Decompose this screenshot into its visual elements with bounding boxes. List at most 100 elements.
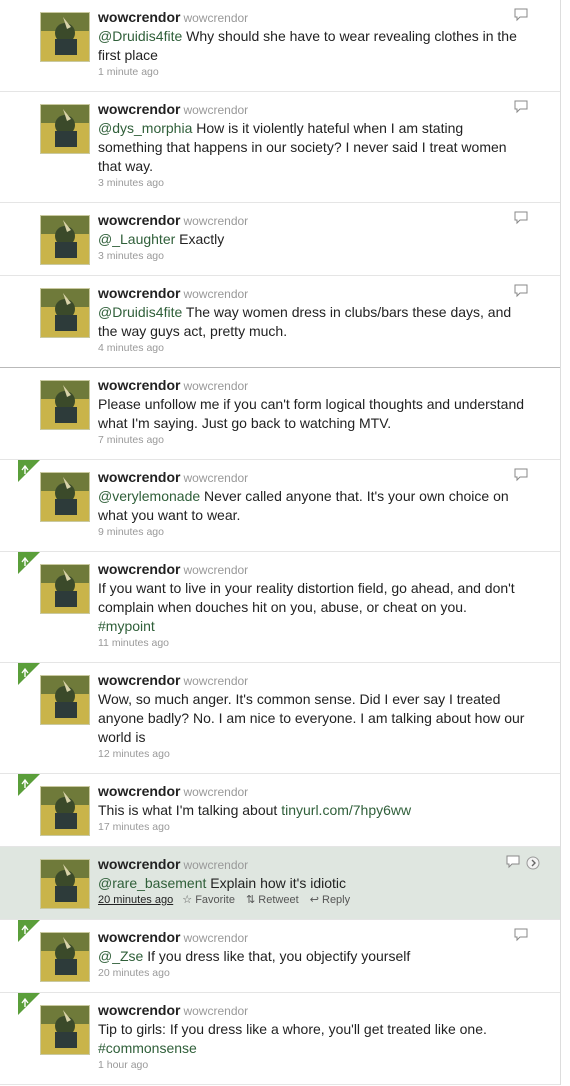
username[interactable]: wowcrendor [98, 1002, 180, 1018]
tweet-text: @Druidis4fite Why should she have to wea… [98, 28, 517, 63]
tweet-text: Wow, so much anger. It's common sense. D… [98, 691, 525, 745]
timestamp[interactable]: 3 minutes ago [98, 177, 526, 189]
screen-name[interactable]: wowcrendor [183, 931, 248, 945]
tweet[interactable]: wowcrendor wowcrendor @Druidis4fite Why s… [0, 0, 560, 92]
avatar[interactable] [40, 859, 90, 909]
username[interactable]: wowcrendor [98, 285, 180, 301]
hashtag-link[interactable]: #mypoint [98, 618, 155, 634]
avatar[interactable] [40, 786, 90, 836]
screen-name[interactable]: wowcrendor [183, 858, 248, 872]
screen-name[interactable]: wowcrendor [183, 471, 248, 485]
tweet[interactable]: wowcrendor wowcrendor @Druidis4fite The w… [0, 276, 560, 368]
username[interactable]: wowcrendor [98, 212, 180, 228]
tweet-text: @_Laughter Exactly [98, 231, 225, 247]
timestamp[interactable]: 20 minutes ago [98, 894, 173, 906]
timestamp[interactable]: 11 minutes ago [98, 637, 526, 649]
screen-name[interactable]: wowcrendor [183, 103, 248, 117]
timestamp[interactable]: 3 minutes ago [98, 250, 526, 262]
screen-name[interactable]: wowcrendor [183, 11, 248, 25]
mention-link[interactable]: @verylemonade [98, 488, 200, 504]
screen-name[interactable]: wowcrendor [183, 563, 248, 577]
avatar[interactable] [40, 1005, 90, 1055]
tweet[interactable]: wowcrendor wowcrendor Tip to girls: If yo… [0, 993, 560, 1085]
username[interactable]: wowcrendor [98, 783, 180, 799]
timestamp[interactable]: 1 minute ago [98, 66, 526, 78]
mention-link[interactable]: @Druidis4fite [98, 28, 182, 44]
avatar[interactable] [40, 288, 90, 338]
favorite-action[interactable]: ☆ Favorite [182, 894, 235, 906]
mention-link[interactable]: @_Laughter [98, 231, 175, 247]
screen-name[interactable]: wowcrendor [183, 287, 248, 301]
mention-link[interactable]: @rare_basement [98, 875, 206, 891]
screen-name[interactable]: wowcrendor [183, 379, 248, 393]
mention-link[interactable]: @_Zse [98, 948, 143, 964]
tweet-text: @verylemonade Never called anyone that. … [98, 488, 509, 523]
timestamp[interactable]: 9 minutes ago [98, 526, 526, 538]
avatar[interactable] [40, 215, 90, 265]
reply-bubble-icon[interactable] [514, 468, 528, 482]
expand-arrow-icon[interactable] [526, 856, 540, 870]
timestamp[interactable]: 4 minutes ago [98, 342, 526, 354]
username[interactable]: wowcrendor [98, 672, 180, 688]
tweet[interactable]: wowcrendor wowcrendor If you want to live… [0, 552, 560, 663]
mention-link[interactable]: @Druidis4fite [98, 304, 182, 320]
username[interactable]: wowcrendor [98, 561, 180, 577]
reply-bubble-icon[interactable] [514, 928, 528, 942]
username[interactable]: wowcrendor [98, 9, 180, 25]
timeline: wowcrendor wowcrendor @Druidis4fite Why s… [0, 0, 561, 1085]
retweet-corner-icon [18, 460, 40, 482]
tweet-text: @dys_morphia How is it violently hateful… [98, 120, 507, 174]
reply-action[interactable]: ↩ Reply [310, 894, 350, 906]
retweet-action[interactable]: ⇅ Retweet [246, 894, 299, 906]
screen-name[interactable]: wowcrendor [183, 785, 248, 799]
tweet[interactable]: wowcrendor wowcrendor @dys_morphia How is… [0, 92, 560, 203]
screen-name[interactable]: wowcrendor [183, 214, 248, 228]
retweet-corner-icon [18, 774, 40, 796]
avatar[interactable] [40, 564, 90, 614]
tweet-text: @_Zse If you dress like that, you object… [98, 948, 411, 964]
tweet[interactable]: wowcrendor wowcrendor This is what I'm ta… [0, 774, 560, 847]
timestamp[interactable]: 17 minutes ago [98, 821, 526, 833]
tweet-text: Please unfollow me if you can't form log… [98, 396, 525, 431]
retweet-corner-icon [18, 920, 40, 942]
tweet[interactable]: wowcrendor wowcrendor @verylemonade Never… [0, 460, 560, 552]
tweet-text: This is what I'm talking about tinyurl.c… [98, 802, 412, 818]
timestamp[interactable]: 12 minutes ago [98, 748, 526, 760]
timestamp[interactable]: 20 minutes ago [98, 967, 526, 979]
avatar[interactable] [40, 472, 90, 522]
tweet-text: @Druidis4fite The way women dress in clu… [98, 304, 512, 339]
tweet-text: Tip to girls: If you dress like a whore,… [98, 1021, 487, 1056]
tweet-actions: 20 minutes ago ☆ Favorite ⇅ Retweet ↩ Re… [98, 893, 526, 906]
avatar[interactable] [40, 104, 90, 154]
reply-bubble-icon[interactable] [514, 284, 528, 298]
reply-bubble-icon[interactable] [514, 8, 528, 22]
tweet[interactable]: wowcrendor wowcrendor @_Laughter Exactly … [0, 203, 560, 276]
reply-bubble-icon[interactable] [506, 855, 520, 869]
avatar[interactable] [40, 380, 90, 430]
timestamp[interactable]: 7 minutes ago [98, 434, 526, 446]
tweet[interactable]: wowcrendor wowcrendor Please unfollow me … [0, 368, 560, 460]
username[interactable]: wowcrendor [98, 929, 180, 945]
tweet-text: If you want to live in your reality dist… [98, 580, 515, 634]
reply-bubble-icon[interactable] [514, 100, 528, 114]
reply-bubble-icon[interactable] [514, 211, 528, 225]
timestamp[interactable]: 1 hour ago [98, 1059, 526, 1071]
username[interactable]: wowcrendor [98, 469, 180, 485]
avatar[interactable] [40, 12, 90, 62]
retweet-corner-icon [18, 993, 40, 1015]
tweet-text: @rare_basement Explain how it's idiotic [98, 875, 347, 891]
tweet[interactable]: wowcrendor wowcrendor Wow, so much anger.… [0, 663, 560, 774]
tweet-hovered[interactable]: wowcrendor wowcrendor @rare_basement Expl… [0, 847, 560, 920]
screen-name[interactable]: wowcrendor [183, 1004, 248, 1018]
avatar[interactable] [40, 675, 90, 725]
retweet-corner-icon [18, 663, 40, 685]
url-link[interactable]: tinyurl.com/7hpy6ww [281, 802, 411, 818]
screen-name[interactable]: wowcrendor [183, 674, 248, 688]
tweet[interactable]: wowcrendor wowcrendor @_Zse If you dress … [0, 920, 560, 993]
hashtag-link[interactable]: #commonsense [98, 1040, 197, 1056]
username[interactable]: wowcrendor [98, 856, 180, 872]
avatar[interactable] [40, 932, 90, 982]
username[interactable]: wowcrendor [98, 101, 180, 117]
username[interactable]: wowcrendor [98, 377, 180, 393]
mention-link[interactable]: @dys_morphia [98, 120, 192, 136]
